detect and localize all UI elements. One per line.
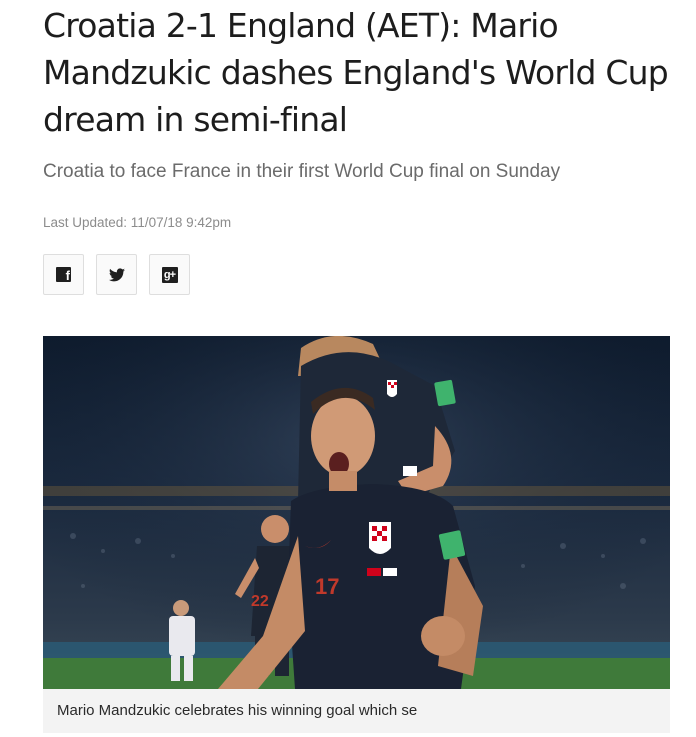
image-caption: Mario Mandzukic celebrates his winning g… <box>43 689 670 733</box>
celebration-photo: 22 17 <box>43 336 670 689</box>
article-standfirst: Croatia to face France in their first Wo… <box>43 161 561 182</box>
hero-image: 22 17 <box>43 336 670 689</box>
background-shirt-number: 22 <box>251 593 269 610</box>
share-google-plus-button[interactable]: g+ <box>149 254 190 295</box>
share-facebook-button[interactable]: f <box>43 254 84 295</box>
last-updated-timestamp: Last Updated: 11/07/18 9:42pm <box>43 215 232 230</box>
article-headline: Croatia 2-1 England (AET): Mario Mandzuk… <box>43 6 669 139</box>
share-twitter-button[interactable] <box>96 254 137 295</box>
main-shirt-number: 17 <box>315 574 339 599</box>
share-bar: f g+ <box>43 254 190 295</box>
facebook-icon: f <box>56 267 71 282</box>
twitter-icon <box>108 267 125 281</box>
google-plus-icon: g+ <box>161 266 178 283</box>
